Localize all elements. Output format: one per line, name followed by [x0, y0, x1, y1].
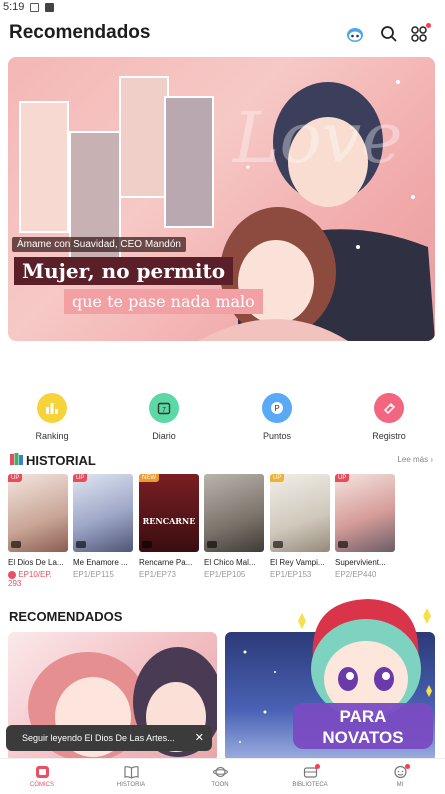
nav-label: MI [396, 782, 404, 788]
comic-title: Supervivient... [335, 558, 386, 567]
nav-toon[interactable]: TOON [190, 765, 250, 788]
episode-progress: EP1/EP153 [270, 570, 312, 579]
search-icon[interactable] [378, 23, 400, 45]
nav-comics[interactable]: CÓMICS [12, 765, 72, 788]
mascot-face-icon[interactable] [344, 23, 366, 45]
banner-headline: Mujer, no permito [14, 257, 234, 285]
see-more-link[interactable]: Lee más › [397, 455, 433, 464]
close-icon[interactable]: ✕ [195, 731, 204, 744]
episode-progress: EP10/EP. 293 [8, 570, 68, 588]
history-title: HISTORIAL [26, 453, 96, 468]
notification-dot [426, 23, 431, 28]
calendar-icon: 7 [149, 393, 179, 423]
nav-library[interactable]: BIBLIOTECA [280, 764, 340, 788]
read-indicator-icon [338, 541, 348, 548]
cover-title: RENCARNE [142, 516, 196, 526]
read-indicator-icon [273, 541, 283, 548]
episode-progress: EP1/EP105 [204, 570, 246, 579]
newbie-promo[interactable]: PARA NOVATOS [288, 591, 438, 757]
tag-icon [374, 393, 404, 423]
episode-text: EP10/EP. [18, 570, 52, 579]
app-icon [45, 2, 55, 12]
history-item[interactable]: UP Me Enamore ... EP1/EP115 [73, 474, 133, 579]
new-badge: NEW [139, 474, 159, 482]
nav-me[interactable]: MI [370, 764, 430, 788]
book-icon [123, 765, 139, 779]
comic-cover: UP [73, 474, 133, 552]
comic-cover: UP [335, 474, 395, 552]
read-indicator-icon [207, 541, 217, 548]
comics-icon [35, 765, 50, 779]
points-button[interactable]: P Puntos [247, 393, 307, 441]
ranking-button[interactable]: Ranking [22, 393, 82, 441]
comic-cover: UP [270, 474, 330, 552]
toast-text: Seguir leyendo El Dios De Las Artes... [22, 733, 175, 743]
notification-dot [314, 764, 320, 769]
nav-history[interactable]: HISTORIA [101, 765, 161, 788]
read-indicator-icon [76, 541, 86, 548]
ranking-label: Ranking [35, 431, 69, 441]
nav-label: HISTORIA [116, 782, 146, 788]
history-item[interactable]: UP El Dios De La... EP10/EP. 293 [8, 474, 68, 588]
banner-tagline: que te pase nada malo [64, 289, 263, 314]
points-label: Puntos [262, 431, 292, 441]
nav-label: CÓMICS [30, 782, 54, 788]
episode-total: 293 [8, 579, 22, 588]
books-icon [9, 452, 25, 466]
comic-title: Me Enamore ... [73, 558, 128, 567]
update-badge: UP [335, 474, 350, 482]
nav-label: BIBLIOTECA [292, 782, 328, 788]
notification-dot [404, 764, 410, 769]
episode-progress: EP2/EP440 [335, 570, 377, 579]
history-item[interactable]: UP Supervivient... EP2/EP440 [335, 474, 395, 579]
read-indicator-icon [142, 541, 152, 548]
episode-progress: EP1/EP73 [139, 570, 176, 579]
profile-icon [393, 764, 410, 779]
comic-cover [204, 474, 264, 552]
history-item[interactable]: El Chico Mal... EP1/EP105 [204, 474, 264, 579]
register-label: Registro [372, 431, 406, 441]
banner-watermark: Love [233, 97, 403, 179]
comic-title: El Rey Vampi... [270, 558, 325, 567]
chart-icon [37, 393, 67, 423]
status-time: 5:19 [3, 1, 25, 13]
comic-title: Rencarne Pa... [139, 558, 193, 567]
see-more-label: Lee más [397, 455, 429, 464]
daily-label: Diario [152, 431, 176, 441]
promo-line-1: PARA [340, 707, 387, 726]
apps-grid-icon[interactable] [408, 23, 431, 45]
recommended-title: RECOMENDADOS [9, 609, 123, 624]
library-icon [303, 764, 320, 779]
alert-dot-icon [8, 570, 16, 579]
page-title: Recomendados [9, 22, 151, 43]
status-bar: 5:19 [0, 0, 445, 14]
comic-cover: UP [8, 474, 68, 552]
update-badge: UP [8, 474, 23, 482]
read-indicator-icon [11, 541, 21, 548]
planet-icon [212, 765, 228, 779]
comic-title: El Chico Mal... [204, 558, 256, 567]
episode-progress: EP1/EP115 [73, 570, 114, 579]
points-icon: P [262, 393, 292, 423]
svg-text:P: P [274, 404, 279, 413]
svg-text:7: 7 [162, 407, 166, 414]
comic-title: El Dios De La... [8, 558, 64, 567]
banner-subtitle: Ámame con Suavidad, CEO Mandón [12, 237, 186, 252]
promo-line-2: NOVATOS [322, 728, 403, 747]
update-badge: UP [73, 474, 88, 482]
comic-cover: NEW RENCARNE [139, 474, 199, 552]
history-item[interactable]: NEW RENCARNE Rencarne Pa... EP1/EP73 [139, 474, 199, 579]
history-item[interactable]: UP El Rey Vampi... EP1/EP153 [270, 474, 330, 579]
nav-label: TOON [211, 782, 229, 788]
register-button[interactable]: Registro [359, 393, 419, 441]
continue-reading-toast[interactable]: Seguir leyendo El Dios De Las Artes... ✕ [6, 725, 212, 751]
bottom-navigation: CÓMICS HISTORIA TOON BIBLIOTECA MI [0, 758, 445, 794]
featured-banner[interactable]: Love Ámame con Suavidad, CEO Mandón Muje… [8, 57, 435, 341]
daily-button[interactable]: 7 Diario [134, 393, 194, 441]
notification-icon [30, 2, 40, 12]
update-badge: UP [270, 474, 285, 482]
